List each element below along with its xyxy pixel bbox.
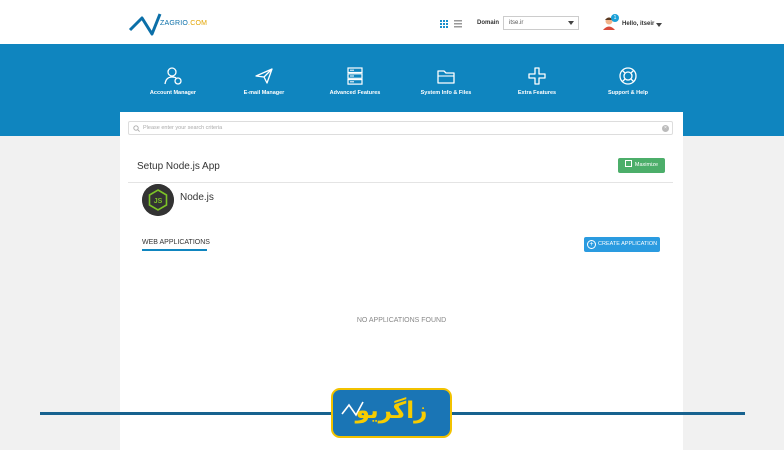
domain-select[interactable]: itse.ir [503, 16, 579, 30]
divider [128, 182, 673, 183]
nav-system-info-files[interactable]: System Info & Files [401, 66, 491, 96]
empty-state-message: NO APPLICATIONS FOUND [356, 317, 447, 324]
app-name: Node.js [180, 192, 214, 203]
nodejs-logo-icon: JS [142, 184, 174, 216]
folder-icon [437, 70, 455, 84]
nav-label: System Info & Files [420, 90, 472, 96]
plus-icon [528, 67, 546, 85]
search-input[interactable]: Please enter your search criteria × [128, 121, 673, 135]
create-application-button[interactable]: + CREATE APPLICATION [584, 237, 660, 252]
svg-text:JS: JS [154, 198, 163, 205]
nav-email-manager[interactable]: E-mail Manager [219, 66, 309, 96]
logo-name: ZAGRIO [160, 20, 189, 27]
tab-underline [142, 249, 207, 251]
maximize-icon [624, 160, 632, 167]
domain-value: itse.ir [509, 20, 524, 26]
paper-plane-icon [255, 68, 273, 84]
search-icon [133, 125, 140, 132]
watermark-badge: زاگریو [331, 388, 452, 438]
chevron-down-icon [568, 21, 574, 25]
user-gear-icon [164, 67, 182, 85]
watermark-text: زاگریو [355, 398, 428, 424]
nav-label: Extra Features [517, 90, 557, 96]
tab-web-applications[interactable]: WEB APPLICATIONS [142, 239, 210, 246]
domain-label: Domain [477, 20, 500, 26]
nav-advanced-features[interactable]: Advanced Features [310, 66, 400, 96]
plus-circle-icon: + [587, 240, 596, 249]
page-title: Setup Node.js App [137, 161, 220, 172]
list-view-icon[interactable] [454, 20, 462, 28]
nav-support-help[interactable]: Support & Help [583, 66, 673, 96]
maximize-button[interactable]: Maximize [618, 158, 665, 173]
clear-icon[interactable]: × [662, 125, 669, 132]
nav-extra-features[interactable]: Extra Features [492, 66, 582, 96]
nav-label: Advanced Features [329, 90, 381, 96]
nav-label: E-mail Manager [243, 90, 285, 96]
nav-label: Account Manager [149, 90, 197, 96]
top-bar: ZAGRIO.COM Domain itse.ir 1 Hello, itsei… [0, 0, 784, 44]
lifebuoy-icon [619, 67, 637, 85]
server-icon [347, 67, 363, 85]
grid-view-icon[interactable] [440, 20, 448, 28]
logo-text[interactable]: ZAGRIO.COM [160, 20, 207, 27]
nav-account-manager[interactable]: Account Manager [128, 66, 218, 96]
logo-tld: .COM [188, 20, 208, 27]
nav-label: Support & Help [607, 90, 649, 96]
create-label: CREATE APPLICATION [598, 241, 658, 247]
user-greeting: Hello, itseir [622, 21, 655, 27]
notification-badge: 1 [611, 14, 619, 22]
search-placeholder: Please enter your search criteria [143, 125, 223, 131]
maximize-label: Maximize [634, 162, 659, 168]
chevron-down-icon [656, 23, 662, 27]
